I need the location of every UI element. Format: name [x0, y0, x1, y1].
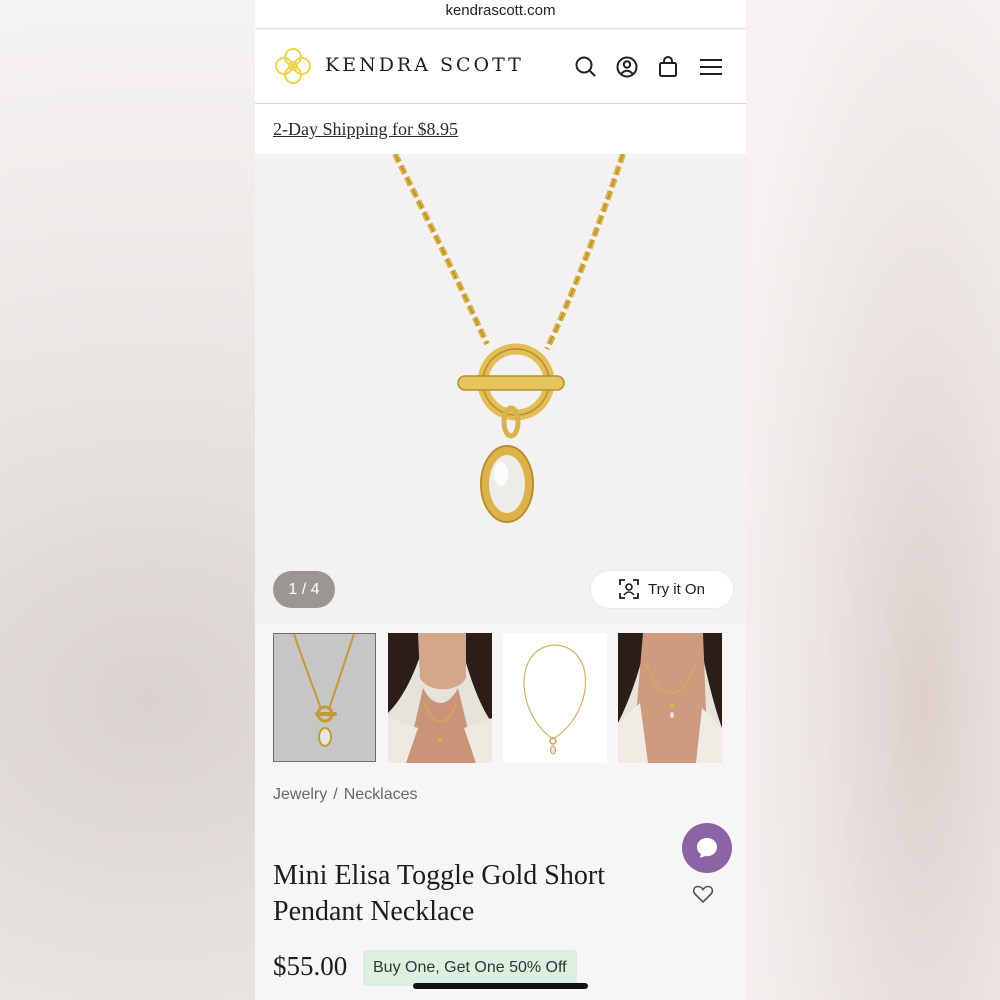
chat-bubble-icon — [697, 838, 717, 858]
product-title-line-1: Mini Elisa Toggle Gold Short — [273, 860, 605, 891]
heart-icon[interactable] — [692, 884, 714, 904]
product-title-line-2: Pendant Necklace — [273, 896, 475, 927]
necklace-product-thumbnail — [293, 634, 355, 747]
bag-icon[interactable] — [655, 54, 681, 80]
shipping-promo-link[interactable]: 2-Day Shipping for $8.95 — [273, 119, 458, 140]
breadcrumb-jewelry[interactable]: Jewelry — [273, 786, 327, 803]
account-icon[interactable] — [614, 54, 640, 80]
thumbnail-3[interactable] — [503, 633, 607, 763]
product-title: Mini Elisa Toggle Gold Short Pendant Nec… — [273, 858, 633, 930]
thumbnail-1[interactable] — [273, 633, 376, 762]
product-hero-image[interactable] — [255, 152, 746, 624]
background-blur-right — [745, 0, 1000, 1000]
search-icon[interactable] — [573, 54, 599, 80]
camera-face-icon — [619, 579, 639, 599]
breadcrumb: Jewelry / Necklaces — [273, 786, 424, 804]
breadcrumb-necklaces[interactable]: Necklaces — [344, 786, 418, 803]
promo-banner: 2-Day Shipping for $8.95 — [255, 104, 746, 154]
thumbnail-2[interactable] — [388, 633, 492, 763]
site-header: KENDRA SCOTT — [255, 30, 746, 104]
home-indicator[interactable] — [413, 983, 588, 989]
menu-icon[interactable] — [698, 54, 724, 80]
kendra-scott-logo-icon[interactable] — [273, 46, 313, 86]
breadcrumb-separator: / — [333, 786, 338, 803]
product-price: $55.00 — [273, 951, 348, 981]
url-text: kendrascott.com — [445, 2, 556, 19]
try-it-on-label: Try it On — [648, 581, 705, 598]
browser-url-bar[interactable]: kendrascott.com — [255, 0, 746, 29]
try-it-on-button[interactable]: Try it On — [591, 571, 733, 608]
phone-screen: kendrascott.com KENDRA SCOTT 2-Day Shipp… — [255, 0, 746, 1000]
model-wearing-necklace-thumbnail — [388, 633, 492, 763]
chat-button[interactable] — [682, 823, 732, 873]
thumbnail-4[interactable] — [618, 633, 722, 763]
model-closeup-thumbnail — [618, 633, 722, 763]
brand-name[interactable]: KENDRA SCOTT — [325, 54, 524, 76]
necklace-flat-lay-thumbnail — [503, 633, 607, 763]
image-counter: 1 / 4 — [273, 571, 335, 608]
necklace-image — [392, 152, 626, 523]
offer-badge[interactable]: Buy One, Get One 50% Off — [363, 950, 577, 986]
